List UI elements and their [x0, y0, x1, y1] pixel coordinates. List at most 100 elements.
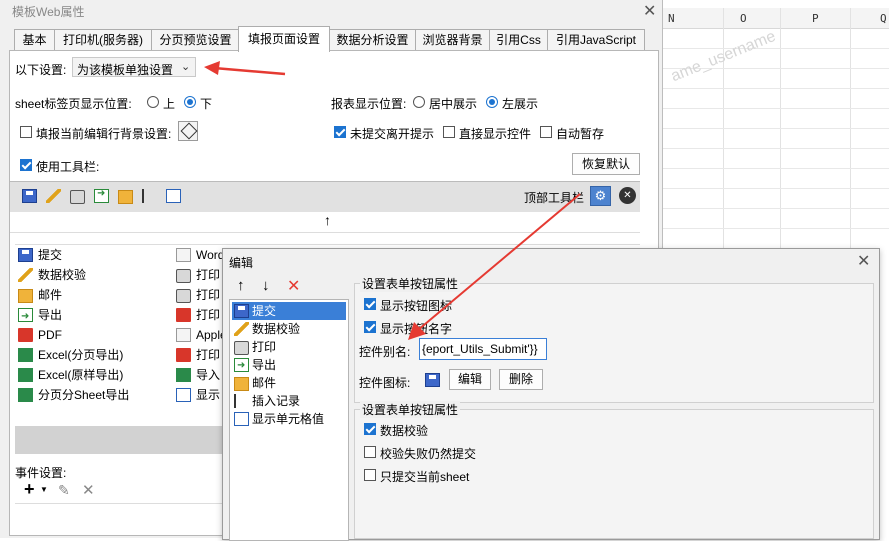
- radio-bottom[interactable]: [184, 96, 196, 108]
- list-item[interactable]: 打印: [176, 306, 220, 325]
- insert-record-icon: [234, 394, 249, 408]
- unsubmitted-leave-checkbox[interactable]: [334, 126, 346, 138]
- dialog-title: 模板Web属性: [12, 5, 85, 19]
- list-item[interactable]: 数据校验: [18, 266, 86, 285]
- list-item-print[interactable]: 打印: [232, 338, 346, 356]
- dialog-titlebar: 模板Web属性 ✕: [0, 0, 662, 22]
- list-item[interactable]: 导入: [176, 366, 220, 385]
- list-item[interactable]: Apple: [176, 326, 227, 345]
- radio-center[interactable]: [413, 96, 425, 108]
- list-item[interactable]: Excel(原样导出): [18, 366, 123, 385]
- list-item-label: 打印: [196, 288, 221, 302]
- tab-reference-css[interactable]: 引用Css: [489, 29, 548, 51]
- save-icon[interactable]: [22, 189, 37, 203]
- list-item-mail[interactable]: 邮件: [232, 374, 346, 392]
- settings-select[interactable]: 为该模板单独设置 ⌄: [72, 57, 196, 77]
- list-item-export[interactable]: 导出: [232, 356, 346, 375]
- list-item-show-cell[interactable]: 显示单元格值: [232, 410, 346, 428]
- mail-icon[interactable]: [118, 190, 133, 204]
- list-item[interactable]: 打印: [176, 286, 220, 305]
- excel-icon: [18, 368, 33, 382]
- list-item[interactable]: 邮件: [18, 286, 62, 305]
- grid-line: [662, 88, 889, 89]
- list-item-label: 显示: [196, 388, 221, 402]
- list-item[interactable]: 提交: [18, 246, 62, 265]
- close-circle-icon[interactable]: ✕: [619, 187, 636, 204]
- list-item[interactable]: 打印: [176, 266, 220, 285]
- list-item-label: 插入记录: [252, 394, 301, 408]
- list-item[interactable]: 分页分Sheet导出: [18, 386, 129, 405]
- tab-reference-javascript[interactable]: 引用JavaScript: [547, 29, 645, 51]
- direct-show-control-checkbox[interactable]: [443, 126, 455, 138]
- show-cell-icon: [176, 388, 191, 402]
- column-label[interactable]: Q: [880, 12, 887, 25]
- submit-on-fail-label: 校验失败仍然提交: [380, 447, 477, 461]
- insert-record-icon[interactable]: [142, 189, 157, 203]
- edit-pencil-icon[interactable]: ✎: [58, 482, 70, 499]
- add-icon[interactable]: +: [24, 479, 35, 500]
- use-toolbar-label: 使用工具栏:: [36, 160, 100, 174]
- show-cell-icon[interactable]: [166, 189, 181, 203]
- delete-icon-button[interactable]: 删除: [499, 369, 543, 390]
- unsubmitted-leave-label: 未提交离开提示: [350, 127, 435, 141]
- list-item-label: 导出: [252, 358, 277, 372]
- fill-row-bg-checkbox[interactable]: [20, 126, 32, 138]
- list-item-label: 打印: [196, 348, 221, 362]
- radio-top-label: 上: [163, 97, 176, 111]
- tab-basic[interactable]: 基本: [14, 29, 55, 51]
- show-name-checkbox[interactable]: [364, 321, 376, 333]
- column-label[interactable]: N: [668, 12, 675, 25]
- word-icon: [176, 248, 191, 262]
- submit-current-sheet-checkbox[interactable]: [364, 469, 376, 481]
- close-icon[interactable]: ✕: [857, 251, 870, 271]
- list-item-insert-record[interactable]: 插入记录: [232, 392, 346, 410]
- chevron-down-icon[interactable]: ▼: [40, 485, 48, 494]
- tab-data-analysis[interactable]: 数据分析设置: [329, 29, 416, 51]
- list-item-label: 邮件: [38, 288, 63, 302]
- gear-icon[interactable]: ⚙: [590, 186, 611, 206]
- list-item[interactable]: PDF: [18, 326, 62, 345]
- list-item[interactable]: 显示: [176, 386, 220, 405]
- column-label[interactable]: O: [740, 12, 747, 25]
- list-item-submit[interactable]: 提交: [232, 302, 346, 320]
- list-item-validate[interactable]: 数据校验: [232, 320, 346, 338]
- data-validate-checkbox[interactable]: [364, 423, 376, 435]
- fill-row-bg-label: 填报当前编辑行背景设置:: [36, 127, 172, 141]
- edit-icon-button[interactable]: 编辑: [449, 369, 491, 390]
- show-icon-checkbox[interactable]: [364, 298, 376, 310]
- printer-icon[interactable]: [70, 190, 85, 204]
- radio-top[interactable]: [147, 96, 159, 108]
- list-item[interactable]: Excel(分页导出): [18, 346, 123, 365]
- delete-icon[interactable]: ✕: [82, 481, 95, 499]
- pencil-icon[interactable]: [46, 189, 61, 203]
- mail-icon: [234, 377, 249, 391]
- sheet-tab-position-label: sheet标签页显示位置:: [15, 97, 132, 111]
- column-label[interactable]: P: [812, 12, 819, 25]
- tab-fill-page-settings[interactable]: 填报页面设置: [238, 26, 330, 52]
- radio-left-label: 左展示: [502, 97, 539, 111]
- tab-browser-background[interactable]: 浏览器背景: [415, 29, 490, 51]
- move-up-icon[interactable]: ↑: [237, 277, 245, 294]
- restore-default-button[interactable]: 恢复默认: [572, 153, 640, 175]
- move-up-arrow-icon[interactable]: ↑: [324, 212, 331, 228]
- grid-line: [662, 188, 889, 189]
- tab-printer-server[interactable]: 打印机(服务器): [54, 29, 152, 51]
- list-item[interactable]: 导出: [18, 306, 62, 326]
- auto-save-checkbox[interactable]: [540, 126, 552, 138]
- radio-left[interactable]: [486, 96, 498, 108]
- tab-page-preview[interactable]: 分页预览设置: [151, 29, 240, 51]
- settings-label: 以下设置:: [15, 63, 67, 77]
- list-item-label: 打印: [252, 340, 277, 354]
- list-item[interactable]: Word: [176, 246, 224, 265]
- export-icon[interactable]: [94, 188, 109, 203]
- paint-bucket-button[interactable]: [178, 121, 198, 141]
- annotation-arrow: [204, 61, 286, 76]
- submit-on-fail-checkbox[interactable]: [364, 446, 376, 458]
- list-item[interactable]: 打印: [176, 346, 220, 365]
- radio-bottom-label: 下: [200, 97, 213, 111]
- remove-icon[interactable]: ✕: [287, 276, 300, 296]
- button-list: 提交 数据校验 打印 导出 邮件 插入记录 显示单元格值: [229, 299, 349, 541]
- use-toolbar-checkbox[interactable]: [20, 159, 32, 171]
- move-down-icon[interactable]: ↓: [262, 277, 270, 294]
- close-icon[interactable]: ✕: [643, 1, 656, 21]
